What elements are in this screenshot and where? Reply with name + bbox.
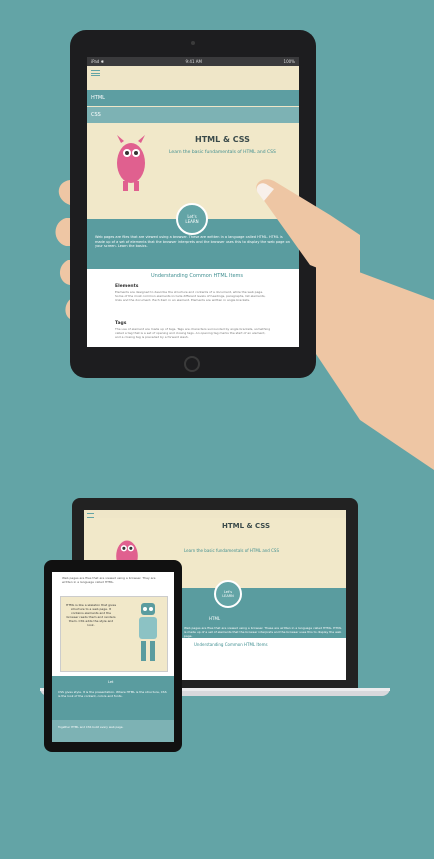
home-button[interactable] [184, 356, 200, 372]
section-title: Understanding Common HTML Items [151, 273, 244, 279]
monster-mascot-icon [117, 135, 145, 191]
laptop-title: HTML & CSS [222, 522, 271, 530]
small-footer-note: Together HTML and CSS build every web pa… [58, 725, 124, 729]
hamburger-menu-icon[interactable] [91, 70, 100, 76]
hero-subtitle: Learn the basic fundamentals of HTML and… [169, 150, 276, 155]
status-time: 9:41 AM [185, 59, 202, 64]
item-heading: Tags [115, 321, 127, 326]
small-box-text: HTML is like a skeleton that gives struc… [65, 603, 117, 627]
laptop-nav [84, 510, 346, 518]
item-text: Elements are designed to describe the st… [115, 290, 266, 302]
status-left: iPad ✱ [91, 59, 104, 64]
item-heading: Elements [115, 284, 139, 289]
small-intro: Web pages are files that are viewed usin… [62, 576, 156, 584]
badge-line2: LEARN [222, 594, 234, 598]
small-footer-text: CSS gives style. It is the presentation.… [58, 690, 167, 698]
badge-line2: LEARN [185, 219, 199, 224]
small-teal-band: Let CSS gives style. It is the presentat… [52, 676, 174, 720]
camera-dot [191, 41, 195, 45]
status-bar: iPad ✱ 9:41 AM 100% [87, 57, 299, 66]
thumb-illustration [256, 179, 360, 285]
small-tablet-device: Web pages are files that are viewed usin… [44, 560, 182, 752]
status-battery: 100% [283, 59, 295, 64]
learn-badge-button[interactable]: Let's LEARN [176, 203, 208, 235]
small-tablet-screen: Web pages are files that are viewed usin… [52, 572, 174, 742]
small-bottom-band: Together HTML and CSS build every web pa… [52, 720, 174, 742]
laptop-nav-label: HTML [209, 616, 221, 621]
small-footer-title: Let [108, 680, 114, 684]
nav-item-html[interactable]: HTML [87, 90, 299, 106]
small-content-box: HTML is like a skeleton that gives struc… [60, 596, 168, 672]
robot-icon [139, 603, 157, 661]
laptop-subtitle: Learn the basic fundamentals of HTML and… [184, 548, 279, 553]
nav-item-css[interactable]: CSS [87, 107, 299, 123]
learn-badge-button[interactable]: Let's LEARN [214, 580, 242, 608]
hamburger-menu-icon[interactable] [87, 513, 94, 518]
laptop-section-title: Understanding Common HTML Items [194, 642, 268, 647]
hero-title: HTML & CSS [195, 135, 250, 144]
laptop-intro: Web pages are files that are viewed usin… [184, 626, 342, 638]
item-text: The use of element are made up of tags. … [115, 327, 271, 339]
